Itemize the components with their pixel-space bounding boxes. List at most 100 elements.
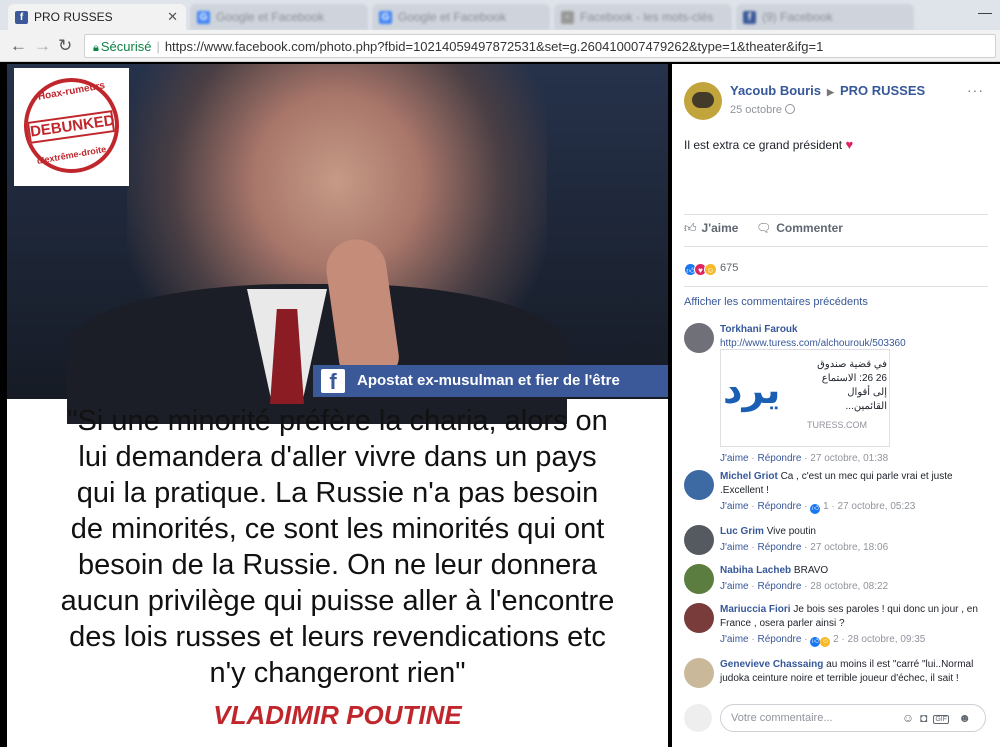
commenter-avatar[interactable] [684, 525, 714, 555]
reload-icon[interactable]: ↻ [58, 36, 72, 56]
comment-time[interactable]: 27 octobre, 01:38 [810, 453, 888, 464]
reactions-summary[interactable]: 👍︎ ♥ ☺ 675 [684, 262, 738, 276]
comment-meta: J'aime · Répondre · 28 octobre, 08:22 [720, 581, 889, 592]
comment-body: Michel Griot Ca , c'est un mec qui parle… [720, 470, 980, 514]
comment-label: Commenter [776, 221, 843, 235]
banner-text: Apostat ex-musulman et fier de l'être [357, 372, 620, 389]
google-favicon-icon: G [197, 11, 210, 24]
comment-like-link[interactable]: J'aime [720, 634, 749, 645]
comment-like-link[interactable]: J'aime [720, 542, 749, 553]
gif-icon[interactable]: GIF [933, 715, 950, 724]
divider [684, 286, 988, 287]
comment-reply-link[interactable]: Répondre [757, 542, 801, 553]
post-date-text[interactable]: 25 octobre [730, 104, 782, 116]
comment-reply-link[interactable]: Répondre [757, 634, 801, 645]
comment-icon: 🗨︎ [756, 221, 772, 235]
debunked-sticker: Hoax-rumeurs DEBUNKED d'extrême-droite [14, 68, 129, 186]
tab-5[interactable]: f (9) Facebook [736, 4, 914, 30]
comment-like-link[interactable]: J'aime [720, 581, 749, 592]
forward-icon[interactable]: → [34, 36, 51, 56]
tab-bar: f PRO RUSSES ✕ G Google et Facebook G Go… [0, 0, 1000, 30]
address-bar: ← → ↻ 🔒︎ Sécurisé | https://www.facebook.co… [0, 30, 1000, 62]
link-preview-title: في قضية صندوق 26 26: الاستماع إلى أقوال … [817, 359, 887, 412]
viewer-avatar [684, 704, 712, 732]
link-preview-source: TURESS.COM [807, 420, 868, 430]
camera-icon[interactable]: ◘ [920, 711, 933, 725]
commenter-name[interactable]: Genevieve Chassaing [720, 659, 823, 670]
tab-label: PRO RUSSES [34, 10, 113, 24]
comment-time[interactable]: 28 octobre, 08:22 [810, 581, 888, 592]
comment-reply-link[interactable]: Répondre [757, 581, 801, 592]
link-preview-card[interactable]: ﻳﺮﺩ في قضية صندوق 26 26: الاستماع إلى أق… [720, 349, 890, 447]
url-input[interactable]: 🔒︎ Sécurisé | https://www.facebook.com/phot… [84, 34, 996, 58]
link-preview-image: ﻳﺮﺩ [721, 350, 803, 446]
quote-line: des lois russes et leurs revendications … [69, 621, 606, 653]
commenter-avatar[interactable] [684, 470, 714, 500]
comment-like-link[interactable]: J'aime [720, 501, 749, 512]
like-label: J'aime [701, 221, 739, 235]
commenter-avatar[interactable] [684, 603, 714, 633]
comment-body: Torkhani Farouk http://www.turess.com/al… [720, 323, 980, 351]
author-name[interactable]: Yacoub Bouris [730, 83, 821, 98]
comment-text: Vive poutin [766, 526, 816, 537]
quote-line: "Si une minorité préfère la charia, alor… [67, 405, 608, 437]
quote-signature: VLADIMIR POUTINE [213, 700, 462, 730]
tab-4[interactable]: · Facebook - les mots-clés [554, 4, 732, 30]
close-tab-icon[interactable]: ✕ [167, 9, 178, 25]
comment-reaction-count[interactable]: 2 [833, 634, 839, 645]
thumbs-up-icon: 👍︎ [684, 221, 697, 235]
sticker-icon[interactable]: ☻ [958, 711, 977, 725]
quote-line: lui demandera d'aller vivre dans un pays [78, 441, 597, 473]
commenter-name[interactable]: Luc Grim [720, 526, 764, 537]
lock-icon: 🔒︎ [93, 42, 99, 54]
globe-icon [784, 104, 795, 114]
commenter-name[interactable]: Mariuccia Fiori [720, 604, 791, 615]
comment-meta: J'aime · Répondre · 27 octobre, 01:38 [720, 453, 889, 464]
commenter-name[interactable]: Michel Griot [720, 471, 778, 482]
commenter-avatar[interactable] [684, 564, 714, 594]
facebook-favicon-icon: f [15, 11, 28, 24]
like-reaction-icon: 👍︎ [810, 637, 821, 647]
commenter-name[interactable]: Torkhani Farouk [720, 324, 798, 335]
like-reaction-icon: 👍︎ [810, 504, 821, 514]
post-actions: 👍︎ J'aime 🗨︎ Commenter [684, 219, 988, 241]
minimize-icon[interactable]: — [978, 4, 992, 20]
comment-time[interactable]: 28 octobre, 09:35 [848, 634, 926, 645]
tab-3[interactable]: G Google et Facebook [372, 4, 550, 30]
post-panel: Yacoub Bouris ▶ PRO RUSSES 25 octobre ··· … [672, 64, 1000, 747]
tab-2[interactable]: G Google et Facebook [190, 4, 368, 30]
group-name[interactable]: PRO RUSSES [840, 83, 925, 98]
composer-icons: ☺◘ GIF ☻ [902, 711, 977, 725]
author-avatar[interactable] [684, 82, 722, 120]
tab-label: (9) Facebook [762, 10, 833, 24]
like-button[interactable]: 👍︎ J'aime [684, 221, 738, 236]
comment-time[interactable]: 27 octobre, 18:06 [810, 542, 888, 553]
commenter-avatar[interactable] [684, 658, 714, 688]
show-previous-comments-link[interactable]: Afficher les commentaires précédents [684, 296, 868, 308]
haha-reaction-icon: ☺ [704, 263, 717, 276]
tab-label: Facebook - les mots-clés [580, 10, 714, 24]
emoji-icon[interactable]: ☺ [902, 711, 920, 725]
comment-reaction-count[interactable]: 1 [823, 501, 829, 512]
photo-viewer[interactable]: Hoax-rumeurs DEBUNKED d'extrême-droite f… [7, 64, 668, 747]
quote-text: "Si une minorité préfère la charia, alor… [7, 399, 668, 691]
comment-input[interactable]: Votre commentaire... ☺◘ GIF ☻ [720, 704, 986, 732]
comment-text: BRAVO [793, 565, 829, 576]
facebook-favicon-icon: f [743, 11, 756, 24]
comment-time[interactable]: 27 octobre, 05:23 [838, 501, 916, 512]
more-options-icon[interactable]: ··· [967, 82, 984, 98]
comment-body: Luc Grim Vive poutin J'aime · Répondre ·… [720, 525, 980, 555]
back-icon[interactable]: ← [10, 36, 27, 56]
facebook-logo-icon: f [321, 369, 345, 394]
tab-pro-russes[interactable]: f PRO RUSSES ✕ [8, 4, 186, 30]
comment-reply-link[interactable]: Répondre [757, 453, 801, 464]
heart-icon: ♥ [845, 137, 854, 152]
page-banner: f Apostat ex-musulman et fier de l'être [313, 365, 668, 397]
comment-button[interactable]: 🗨︎ Commenter [756, 221, 843, 235]
comment-like-link[interactable]: J'aime [720, 453, 749, 464]
comment-body: Nabiha Lacheb BRAVO J'aime · Répondre · … [720, 564, 980, 594]
commenter-name[interactable]: Nabiha Lacheb [720, 565, 791, 576]
comment-reply-link[interactable]: Répondre [757, 501, 801, 512]
comment-composer: Votre commentaire... ☺◘ GIF ☻ [684, 698, 988, 738]
commenter-avatar[interactable] [684, 323, 714, 353]
